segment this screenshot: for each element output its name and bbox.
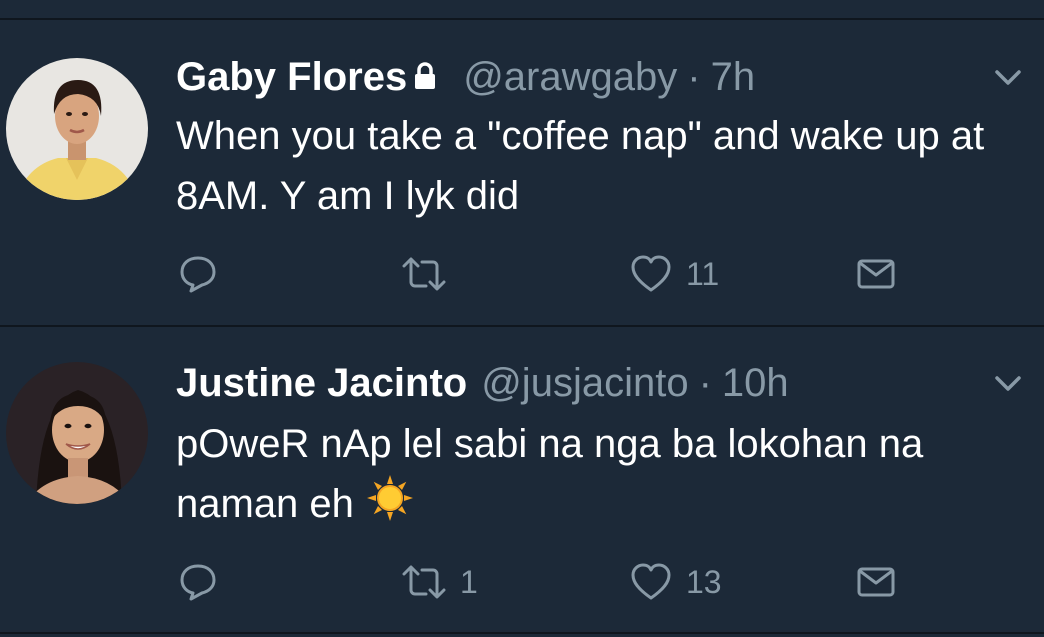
timestamp[interactable]: 7h [711,55,756,100]
tweet-text: When you take a "coffee nap" and wake up… [176,114,985,218]
direct-message-button[interactable] [856,252,896,296]
like-heart-icon [630,562,672,602]
like-button[interactable]: 13 [630,560,722,604]
reply-icon [178,254,218,294]
like-heart-icon [630,254,672,294]
separator-dot: · [698,360,712,405]
retweet-button[interactable] [402,252,460,296]
tweet-actions: 11 [0,252,1044,296]
sun-emoji [366,474,414,539]
retweet-button[interactable]: 1 [402,560,478,604]
tweet-header: Justine Jacinto @jusjacinto · 10h [176,358,789,408]
chevron-down-icon[interactable] [994,68,1022,88]
user-handle[interactable]: @jusjacinto [481,361,688,406]
tweet-text-content: pOweR nAp lel sabi na nga ba lokohan na … [176,422,924,527]
display-name[interactable]: Justine Jacinto [176,361,467,406]
display-name[interactable]: Gaby Flores [176,55,407,100]
reply-icon [178,562,218,602]
tweet-divider [0,325,1044,327]
chevron-down-icon[interactable] [994,374,1022,394]
retweet-icon [402,254,446,294]
retweet-count: 1 [460,563,478,600]
avatar[interactable] [6,362,148,504]
like-count: 11 [686,255,720,292]
direct-message-icon [856,254,896,294]
tweet-actions: 1 13 [0,560,1044,604]
direct-message-button[interactable] [856,560,896,604]
bottom-divider [0,632,1044,634]
top-divider [0,18,1044,20]
tweet-header: Gaby Flores @arawgaby · 7h [176,52,755,102]
tweet-text: pOweR nAp lel sabi na nga ba lokohan na … [176,414,1016,539]
avatar[interactable] [6,58,148,200]
direct-message-icon [856,562,896,602]
like-count: 13 [686,563,722,600]
timestamp[interactable]: 10h [722,361,789,406]
reply-button[interactable] [178,252,232,296]
like-button[interactable]: 11 [630,252,719,296]
reply-button[interactable] [178,560,232,604]
retweet-icon [402,562,446,602]
lock-icon [413,55,437,100]
separator-dot: · [687,54,701,99]
user-handle[interactable]: @arawgaby [463,55,677,100]
